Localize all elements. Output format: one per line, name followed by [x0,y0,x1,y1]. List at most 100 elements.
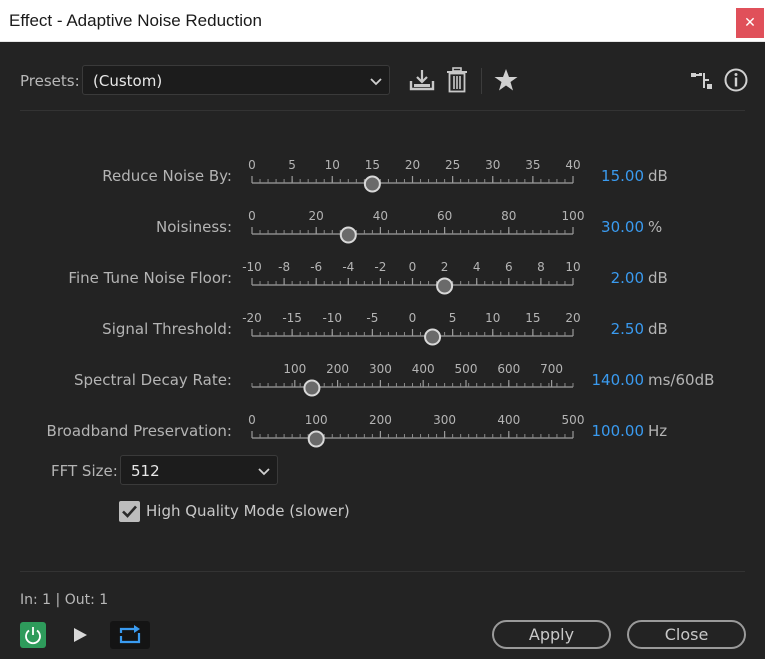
param-label: Signal Threshold: [102,320,232,338]
slider-tick-label: 200 [326,362,349,376]
slider-tick-label: 300 [433,413,456,427]
slider-tick-label: 0 [248,209,256,223]
param-unit: dB [648,269,668,287]
favorite-star-icon[interactable] [492,66,520,94]
high-quality-checkbox[interactable] [119,501,140,522]
routing-icon[interactable] [688,66,716,94]
slider-tick-label: 100 [283,362,306,376]
close-icon: ✕ [744,15,756,31]
footer-separator [20,571,745,572]
param-slider[interactable]: 0 100 200 300 400 500 [240,410,585,450]
slider-tick-label: -5 [366,311,378,325]
param-label: Noisiness: [156,218,232,236]
slider-thumb [339,226,357,244]
slider-tick-label: 80 [501,209,516,223]
slider-tick-label: 8 [537,260,545,274]
power-icon [25,627,41,645]
loop-playback-button[interactable] [110,621,150,649]
loop-icon [119,625,141,644]
slider-tick-label: 2 [441,260,449,274]
slider-tick-label: 5 [288,158,296,172]
power-toggle-button[interactable] [20,622,46,648]
slider-tick-label: 60 [437,209,452,223]
param-value[interactable]: 100.00 [560,422,645,440]
window-close-button[interactable]: ✕ [736,8,764,38]
slider-tick-label: 35 [525,158,540,172]
slider-tick-label: -6 [310,260,322,274]
slider-thumb [303,379,321,397]
param-label: Spectral Decay Rate: [73,371,232,389]
slider-tick-label: 15 [525,311,540,325]
param-label: Reduce Noise By: [102,167,232,185]
slider-tick-label: 5 [449,311,457,325]
param-value[interactable]: 30.00 [560,218,644,236]
window-title: Effect - Adaptive Noise Reduction [9,11,262,30]
slider-thumb [363,175,381,193]
chevron-down-icon [370,78,382,86]
title-bar: Effect - Adaptive Noise Reduction ✕ [0,0,765,42]
param-value[interactable]: 140.00 [560,371,645,389]
slider-tick-label: 4 [473,260,481,274]
presets-dropdown[interactable]: (Custom) [82,65,390,95]
slider-tick-label: 30 [485,158,500,172]
param-value[interactable]: 2.00 [560,269,644,287]
param-unit: Hz [648,422,668,440]
param-unit: dB [648,167,668,185]
slider-tick-label: 40 [373,209,388,223]
slider-thumb [436,277,454,295]
slider-tick-label: 15 [365,158,380,172]
fft-size-dropdown[interactable]: 512 [120,455,278,485]
param-slider[interactable]: -10 -8 -6 -4 -2 0 2 4 6 8 10 [240,257,585,297]
fft-size-label: FFT Size: [51,462,118,480]
slider-tick-label: 0 [248,413,256,427]
param-unit: dB [648,320,668,338]
fft-size-value: 512 [131,462,160,480]
slider-tick-label: -4 [342,260,354,274]
slider-tick-label: 100 [305,413,328,427]
param-value[interactable]: 2.50 [560,320,644,338]
slider-tick-label: 10 [485,311,500,325]
checkmark-icon [122,505,137,518]
close-button[interactable]: Close [627,620,746,649]
param-label: Fine Tune Noise Floor: [68,269,232,287]
apply-button[interactable]: Apply [492,620,611,649]
slider-tick-label: -10 [322,311,342,325]
param-slider[interactable]: 0 5 10 15 20 25 30 35 40 [240,155,585,195]
slider-tick-label: 6 [505,260,513,274]
param-unit: % [648,218,663,236]
param-slider[interactable]: 0 20 40 60 80 100 [240,206,585,246]
slider-tick-label: -20 [242,311,262,325]
slider-thumb [424,328,442,346]
slider-thumb [307,430,325,448]
toolbar-divider [481,68,482,94]
io-channels-text: In: 1 | Out: 1 [20,592,109,608]
slider-tick-label: -8 [278,260,290,274]
presets-label: Presets: [20,72,80,90]
slider-tick-label: 0 [409,260,417,274]
slider-tick-label: -10 [242,260,262,274]
slider-tick-label: 10 [325,158,340,172]
info-icon[interactable] [722,66,750,94]
slider-tick-label: 20 [405,158,420,172]
slider-tick-label: 0 [248,158,256,172]
param-slider[interactable]: 100 200 300 400 500 600 700 [240,359,585,399]
slider-tick-label: 20 [309,209,324,223]
slider-tick-label: 600 [497,362,520,376]
delete-preset-icon[interactable] [443,66,471,94]
slider-tick-label: 400 [497,413,520,427]
param-slider[interactable]: -20 -15 -10 -5 0 5 10 15 20 [240,308,585,348]
param-label: Broadband Preservation: [46,422,232,440]
slider-tick-label: 0 [409,311,417,325]
chevron-down-icon [258,468,270,476]
slider-tick-label: 300 [369,362,392,376]
param-unit: ms/60dB [648,371,715,389]
slider-tick-label: 500 [455,362,478,376]
high-quality-label: High Quality Mode (slower) [146,502,350,520]
slider-tick-label: 200 [369,413,392,427]
slider-tick-label: -15 [282,311,302,325]
presets-separator [20,110,745,111]
param-value[interactable]: 15.00 [560,167,644,185]
slider-tick-label: 400 [412,362,435,376]
save-preset-icon[interactable] [408,66,436,94]
play-icon[interactable] [72,627,88,643]
